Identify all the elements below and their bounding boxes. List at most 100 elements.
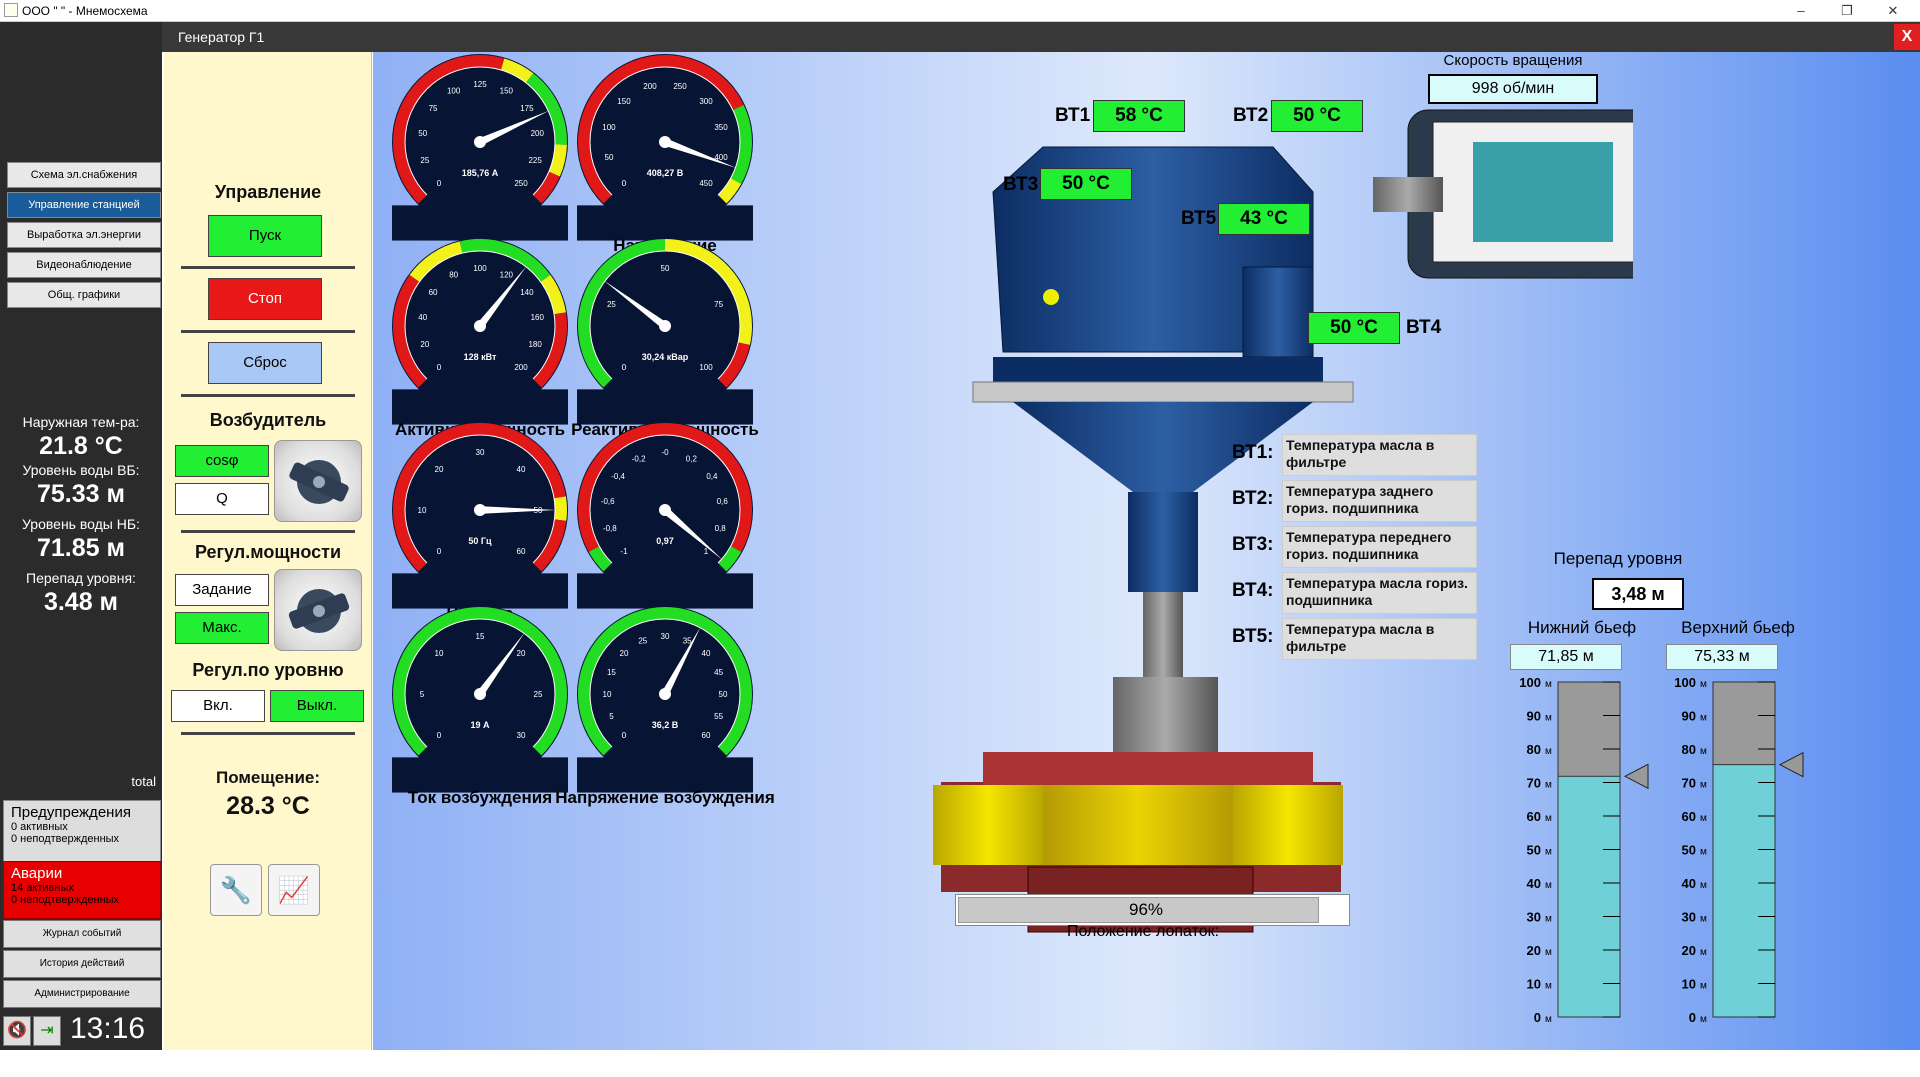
gauges-panel: 0255075100125150175200225250185,76 АТок0… <box>392 54 775 807</box>
divider <box>181 530 355 533</box>
tank-scale-label: 100 <box>1519 677 1541 690</box>
lower-bief-tank: 100 м90 м80 м70 м60 м50 м40 м30 м20 м10 м0 м <box>1519 677 1649 1025</box>
gauge-tick-label: 25 <box>420 156 429 165</box>
tank-scale-unit: м <box>1700 1014 1707 1025</box>
level-diff-title: Перепад уровня <box>1553 549 1683 568</box>
outdoor-temp-label: Наружная тем-ра: <box>22 414 140 430</box>
warnings-active: 0 активных <box>11 821 68 833</box>
gauge-tick-label: 25 <box>534 690 543 699</box>
level-reg-title: Регул.по уровню <box>192 660 344 680</box>
gauge-tick-label: 20 <box>517 649 526 658</box>
level-off-button[interactable]: Выкл. <box>270 690 364 722</box>
tank-scale-unit: м <box>1545 679 1552 690</box>
divider <box>181 330 355 333</box>
tank-scale-label: 0 <box>1534 1010 1541 1025</box>
tank-scale-unit: м <box>1545 713 1552 724</box>
nav-charts[interactable]: Общ. графики <box>7 282 161 308</box>
blade-position-label: Положение лопаток: <box>1066 923 1220 940</box>
lower-bief-value: 71,85 м <box>1510 644 1622 670</box>
tank-scale-unit: м <box>1700 713 1707 724</box>
nav-station-control[interactable]: Управление станцией <box>7 192 161 218</box>
admin-button[interactable]: Администрирование <box>3 980 161 1008</box>
bt4-label: ВТ4 <box>1406 317 1442 338</box>
gauge-readout: 408,27 В <box>647 168 684 178</box>
tank-scale-label: 0 <box>1689 1010 1696 1025</box>
gauge-tick-label: 10 <box>603 690 612 699</box>
start-button[interactable]: Пуск <box>208 215 322 257</box>
gauge-hub <box>659 504 671 516</box>
gauge: 0510152025 30 35404550556036,2 ВНапряжение… <box>555 606 775 807</box>
action-history-button[interactable]: История действий <box>3 950 161 978</box>
tank-scale-label: 20 <box>1682 943 1696 958</box>
gauge-tick-label: -0 <box>661 448 669 457</box>
exciter-selector-switch[interactable] <box>274 440 362 522</box>
tank-scale-label: 90 <box>1527 709 1541 724</box>
stop-button[interactable]: Стоп <box>208 278 322 320</box>
tank-scale-unit: м <box>1545 947 1552 958</box>
nav-power-scheme[interactable]: Схема эл.снабжения <box>7 162 161 188</box>
level-on-button[interactable]: Вкл. <box>171 690 265 722</box>
minimize-button[interactable]: – <box>1778 0 1824 22</box>
wrench-icon[interactable]: 🔧 <box>210 864 262 916</box>
max-button[interactable]: Макс. <box>175 612 269 644</box>
nav-energy-output[interactable]: Выработка эл.энергии <box>7 222 161 248</box>
tank-scale-label: 30 <box>1527 910 1541 925</box>
gauge-tick-label: 30 <box>517 731 526 740</box>
gauge-tick-label: 450 <box>699 179 713 188</box>
gauge: 025507510030,24 кВарРеактивная мощность <box>571 238 759 439</box>
tank-scale-unit: м <box>1545 1014 1552 1025</box>
tank-scale-label: 100 <box>1674 677 1696 690</box>
divider <box>181 394 355 397</box>
control-title: Управление <box>214 182 322 202</box>
gauge-tick-label: 75 <box>429 104 438 113</box>
gauge-tick-label: 100 <box>602 123 616 132</box>
gauge-tick-label: 60 <box>517 547 526 556</box>
gauge-tick-label: 20 <box>420 340 429 349</box>
tank-water <box>1557 775 1621 1018</box>
gauge-hub <box>659 136 671 148</box>
cos-phi-button[interactable]: cosφ <box>175 445 269 477</box>
gauge-hub <box>474 136 486 148</box>
tank-scale-label: 40 <box>1527 876 1541 891</box>
power-selector-switch[interactable] <box>274 569 362 651</box>
tank-scale-unit: м <box>1545 880 1552 891</box>
legend-text: Температура заднего гориз. подшипника <box>1282 480 1477 522</box>
nav-video[interactable]: Видеонаблюдение <box>7 252 161 278</box>
level-diff-label: Перепад уровня: <box>26 570 136 586</box>
gauge-tick-label: 0,6 <box>717 497 729 506</box>
q-button[interactable]: Q <box>175 483 269 515</box>
gauge-zone <box>554 496 567 521</box>
close-screen-button[interactable]: X <box>1894 24 1920 50</box>
logout-icon[interactable]: ⇥ <box>33 1016 61 1046</box>
upper-level-value: 75.33 м <box>36 480 125 508</box>
divider <box>181 266 355 269</box>
blade-position-bar: 96% <box>955 894 1350 926</box>
close-window-button[interactable]: ✕ <box>1870 0 1916 22</box>
legend-text: Температура масла в фильтре <box>1282 434 1477 476</box>
alarms-panel[interactable]: Аварии 14 активных 0 неподтвержденных <box>3 861 161 919</box>
legend-text: Температура масла в фильтре <box>1282 618 1477 660</box>
tank-scale-unit: м <box>1700 847 1707 858</box>
exciter-title: Возбудитель <box>209 410 327 430</box>
legend-key: ВТ4: <box>1232 580 1274 601</box>
room-temp-value: 28.3 °C <box>226 792 310 820</box>
tank-scale-unit: м <box>1545 746 1552 757</box>
event-log-button[interactable]: Журнал событий <box>3 920 161 948</box>
gauge: 010203040506050 ГцЧастота <box>392 422 568 623</box>
bt3-value: 50 °C <box>1040 168 1132 200</box>
power-reg-title: Регул.мощности <box>194 542 342 562</box>
tank-scale-unit: м <box>1700 746 1707 757</box>
screen-header: Генератор Г1 X <box>162 22 1920 52</box>
tank-scale-label: 70 <box>1527 776 1541 791</box>
reset-button[interactable]: Сброс <box>208 342 322 384</box>
maximize-button[interactable]: ❐ <box>1824 0 1870 22</box>
upper-bief-label: Верхний бьеф <box>1681 618 1795 637</box>
gauge-tick-label: 20 <box>620 649 629 658</box>
gauge-tick-label: 175 <box>520 104 534 113</box>
setpoint-button[interactable]: Задание <box>175 574 269 606</box>
chart-icon[interactable]: 📈 <box>268 864 320 916</box>
blade-position-value: 96% <box>1128 900 1164 919</box>
tank-scale-label: 70 <box>1682 776 1696 791</box>
mute-speaker-icon[interactable]: 🔇 <box>3 1016 31 1046</box>
gauge-readout: 50 Гц <box>468 536 492 546</box>
